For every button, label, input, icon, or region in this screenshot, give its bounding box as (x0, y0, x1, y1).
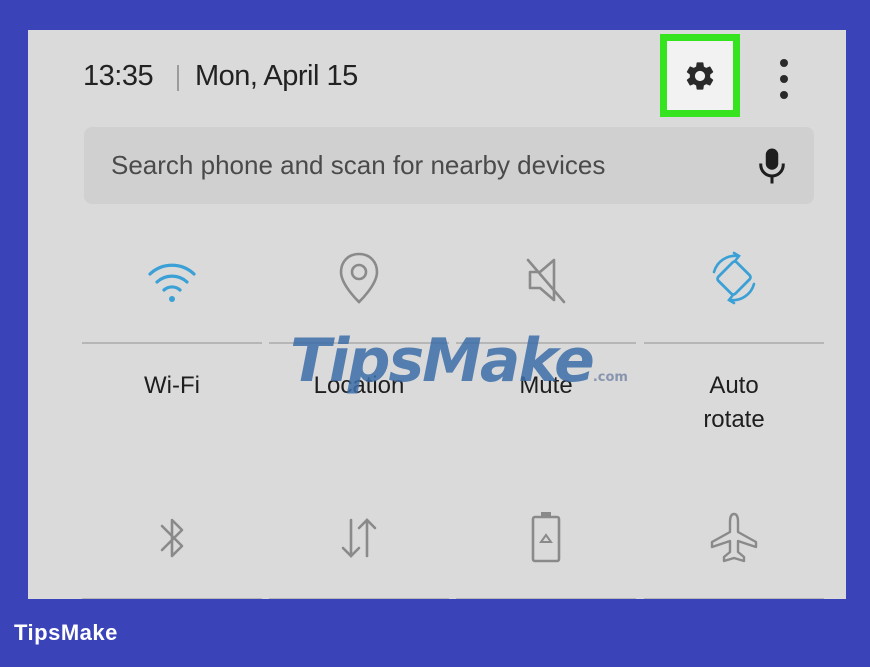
watermark-suffix: .com (592, 370, 628, 385)
tile-label-auto-rotate-line1: Auto (709, 372, 759, 399)
microphone-icon[interactable] (757, 147, 787, 185)
tile-auto-rotate[interactable]: Auto rotate (644, 242, 824, 433)
more-options-button[interactable] (766, 52, 802, 106)
wifi-icon (148, 263, 196, 302)
quick-panel: 13:35 Mon, April 15 Search phone and sca… (28, 30, 846, 599)
tile-mobile-data[interactable] (269, 500, 449, 599)
search-bar[interactable] (84, 127, 814, 204)
tile-divider (82, 342, 262, 344)
more-vertical-icon (780, 59, 788, 99)
tile-divider (269, 598, 449, 599)
footer-brand: TipsMake (14, 620, 118, 645)
mute-icon (526, 258, 566, 304)
power-saving-icon (531, 512, 561, 563)
settings-button[interactable] (660, 34, 740, 117)
tile-divider (456, 598, 636, 599)
status-row: 13:35 Mon, April 15 (28, 30, 846, 120)
tile-divider (82, 598, 262, 599)
clock-time: 13:35 (83, 60, 154, 92)
location-icon (339, 252, 379, 304)
mobile-data-icon (341, 518, 377, 558)
status-divider (177, 65, 179, 91)
auto-rotate-icon (712, 251, 756, 305)
watermark-text: TipsMake (290, 326, 595, 396)
tile-power-saving[interactable] (456, 500, 636, 599)
airplane-icon (710, 512, 758, 563)
tile-bluetooth[interactable] (82, 500, 262, 599)
clock-date: Mon, April 15 (195, 60, 358, 92)
tile-divider (644, 598, 824, 599)
tile-label-wifi: Wi-Fi (144, 372, 200, 399)
bluetooth-icon (160, 518, 184, 558)
watermark-logo: TipsMake.com (290, 326, 628, 406)
search-input[interactable] (111, 147, 731, 183)
tile-airplane[interactable] (644, 500, 824, 599)
tile-label-auto-rotate-line2: rotate (703, 406, 765, 433)
tile-wifi[interactable]: Wi-Fi (82, 242, 262, 399)
tile-divider (644, 342, 824, 344)
gear-icon (686, 61, 714, 90)
